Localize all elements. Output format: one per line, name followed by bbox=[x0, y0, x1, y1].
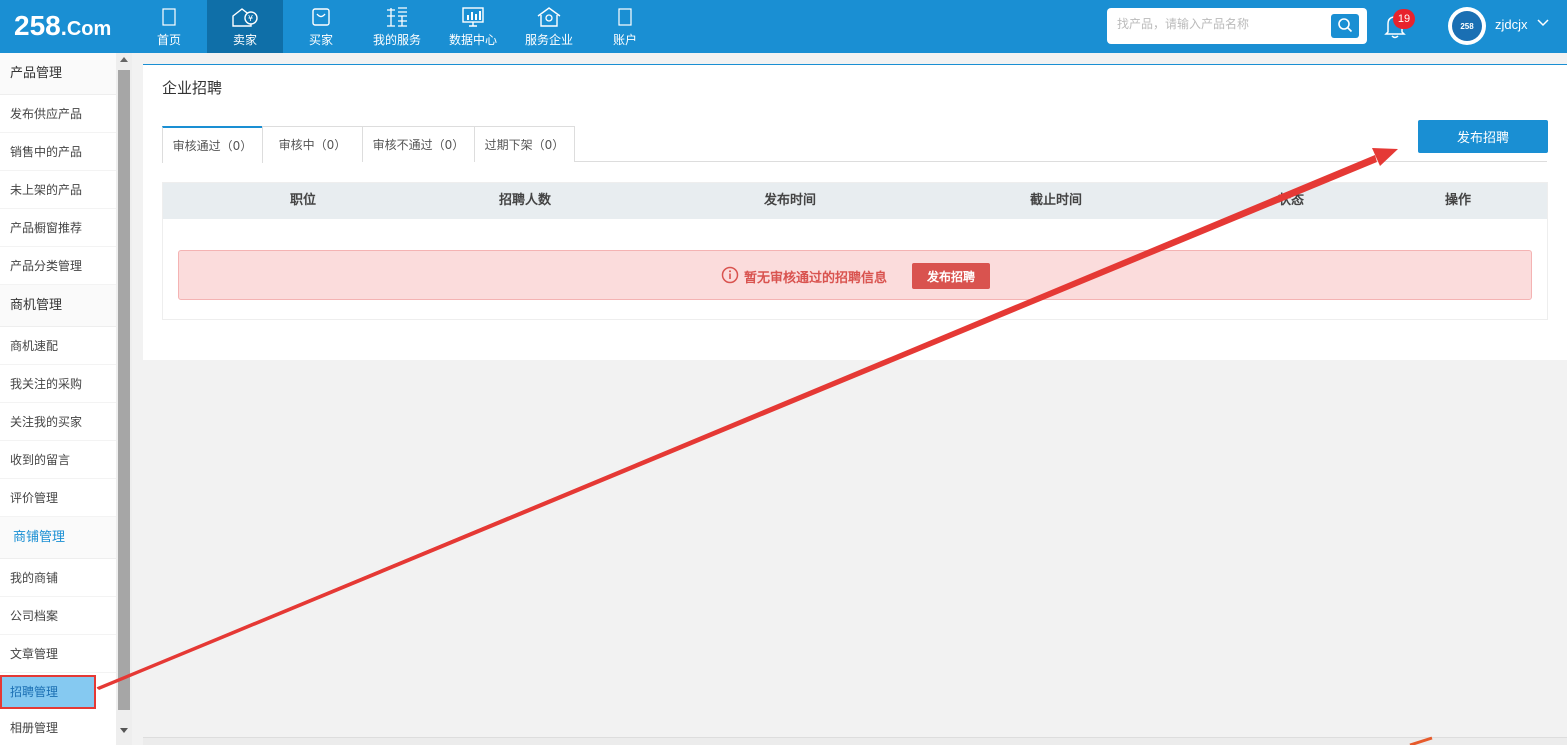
avatar-logo-text: 258 bbox=[1452, 11, 1482, 41]
bell-icon bbox=[1382, 16, 1408, 43]
sidebar-item-followed-purchases[interactable]: 我关注的采购 bbox=[0, 365, 116, 403]
column-actions: 操作 bbox=[1444, 193, 1471, 208]
scroll-up-icon[interactable] bbox=[120, 57, 128, 62]
avatar[interactable]: 258 bbox=[1448, 7, 1486, 45]
home-icon bbox=[161, 6, 177, 28]
column-publish-time: 发布时间 bbox=[763, 193, 816, 208]
chevron-down-icon[interactable] bbox=[1536, 17, 1550, 32]
sidebar: 产品管理 发布供应产品 销售中的产品 未上架的产品 产品橱窗推荐 产品分类管理 … bbox=[0, 53, 116, 745]
sidebar-item-albums[interactable]: 相册管理 bbox=[0, 709, 116, 745]
column-deadline: 截止时间 bbox=[1029, 193, 1082, 208]
sidebar-item-reviews[interactable]: 评价管理 bbox=[0, 479, 116, 517]
sidebar-item-showcase[interactable]: 产品橱窗推荐 bbox=[0, 209, 116, 247]
username[interactable]: zjdcjx bbox=[1495, 17, 1528, 32]
nav-seller-label: 卖家 bbox=[232, 33, 257, 47]
svg-text:¥: ¥ bbox=[248, 14, 253, 23]
table-header: 职位 招聘人数 发布时间 截止时间 状态 操作 bbox=[163, 183, 1547, 219]
search-icon bbox=[1337, 17, 1353, 36]
nav-home-label: 首页 bbox=[156, 33, 181, 47]
sidebar-group-business[interactable]: 商机管理 bbox=[0, 285, 116, 327]
sidebar-group-product[interactable]: 产品管理 bbox=[0, 53, 116, 95]
sidebar-item-unlisted-products[interactable]: 未上架的产品 bbox=[0, 171, 116, 209]
page-bottom-edge bbox=[143, 737, 1567, 745]
sidebar-item-my-store[interactable]: 我的商铺 bbox=[0, 559, 116, 597]
empty-state-alert: 暂无审核通过的招聘信息 发布招聘 bbox=[178, 250, 1532, 300]
account-icon bbox=[617, 6, 633, 28]
site-logo[interactable]: 258.Com bbox=[14, 10, 111, 42]
sidebar-item-products-on-sale[interactable]: 销售中的产品 bbox=[0, 133, 116, 171]
scroll-thumb[interactable] bbox=[118, 70, 130, 710]
nav-my-service[interactable]: 我的服务 bbox=[359, 0, 435, 53]
sidebar-item-publish-product[interactable]: 发布供应产品 bbox=[0, 95, 116, 133]
tab-rejected[interactable]: 审核不通过（0） bbox=[362, 126, 475, 162]
nav-account[interactable]: 账户 bbox=[587, 0, 663, 53]
sidebar-item-articles[interactable]: 文章管理 bbox=[0, 635, 116, 673]
nav-buyer-label: 买家 bbox=[308, 33, 333, 47]
sidebar-item-company-profile[interactable]: 公司档案 bbox=[0, 597, 116, 635]
sidebar-group-store[interactable]: 商铺管理 bbox=[0, 517, 116, 559]
notification-count-badge: 19 bbox=[1393, 9, 1415, 29]
column-headcount: 招聘人数 bbox=[498, 193, 551, 208]
seller-icon: ¥ bbox=[230, 6, 260, 28]
search-box bbox=[1107, 8, 1367, 44]
nav-my-service-label: 我的服务 bbox=[372, 33, 421, 47]
nav-data-center-label: 数据中心 bbox=[448, 33, 497, 47]
publish-recruitment-button[interactable]: 发布招聘 bbox=[1418, 120, 1548, 153]
tab-under-review[interactable]: 审核中（0） bbox=[262, 126, 363, 162]
nav-account-label: 账户 bbox=[612, 33, 637, 47]
logo-main: 258 bbox=[14, 10, 61, 41]
nav-enterprise-service-label: 服务企业 bbox=[524, 33, 573, 47]
sidebar-scrollbar[interactable] bbox=[116, 53, 132, 745]
empty-state-publish-button[interactable]: 发布招聘 bbox=[912, 263, 990, 289]
logo-suffix: Com bbox=[66, 18, 112, 40]
sidebar-item-quick-match[interactable]: 商机速配 bbox=[0, 327, 116, 365]
service-icon bbox=[385, 6, 409, 28]
enterprise-icon bbox=[536, 6, 562, 28]
empty-state-message: 暂无审核通过的招聘信息 bbox=[744, 271, 888, 286]
recruitment-panel: 企业招聘 审核通过（0） 审核中（0） 审核不通过（0） 过期下架（0） 发布招… bbox=[143, 64, 1567, 360]
sidebar-item-product-categories[interactable]: 产品分类管理 bbox=[0, 247, 116, 285]
page-title: 企业招聘 bbox=[162, 79, 223, 97]
tab-approved[interactable]: 审核通过（0） bbox=[162, 126, 263, 163]
nav-seller[interactable]: ¥ 卖家 bbox=[207, 0, 283, 53]
shopping-bag-icon bbox=[310, 6, 332, 28]
nav-buyer[interactable]: 买家 bbox=[283, 0, 359, 53]
sidebar-item-followers[interactable]: 关注我的买家 bbox=[0, 403, 116, 441]
data-center-icon bbox=[461, 6, 485, 28]
column-position: 职位 bbox=[289, 193, 316, 208]
nav-home[interactable]: 首页 bbox=[131, 0, 207, 53]
status-tabs: 审核通过（0） 审核中（0） 审核不通过（0） 过期下架（0） bbox=[162, 126, 1547, 163]
tab-expired[interactable]: 过期下架（0） bbox=[474, 126, 575, 162]
top-nav-bar: 258.Com 首页 ¥ 卖家 买家 我的服务 数据中心 服务企业 账户 找产品… bbox=[0, 0, 1567, 53]
recruitment-table: 职位 招聘人数 发布时间 截止时间 状态 操作 暂无审核通过的招聘信息 发布招聘 bbox=[162, 182, 1548, 320]
nav-enterprise-service[interactable]: 服务企业 bbox=[511, 0, 587, 53]
sidebar-item-recruitment[interactable]: 招聘管理 bbox=[0, 675, 96, 709]
info-icon bbox=[721, 266, 739, 284]
search-input[interactable] bbox=[1117, 17, 1327, 31]
nav-data-center[interactable]: 数据中心 bbox=[435, 0, 511, 53]
main-nav: 首页 ¥ 卖家 买家 我的服务 数据中心 服务企业 账户 bbox=[131, 0, 663, 53]
search-button[interactable] bbox=[1331, 14, 1359, 38]
scroll-down-icon[interactable] bbox=[120, 728, 128, 733]
column-status: 状态 bbox=[1277, 193, 1304, 208]
sidebar-item-messages[interactable]: 收到的留言 bbox=[0, 441, 116, 479]
